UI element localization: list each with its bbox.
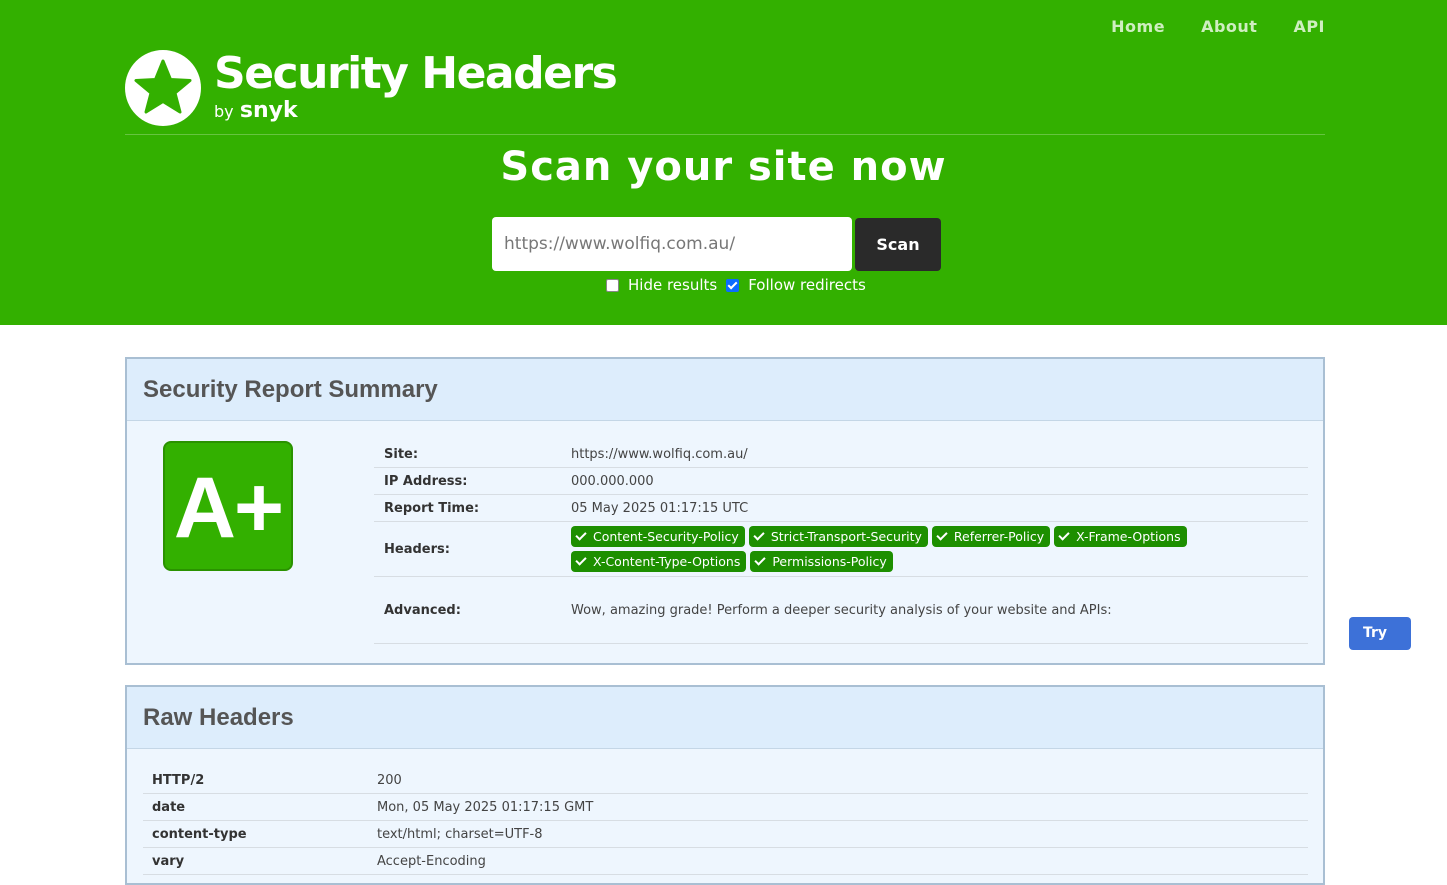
header-badge-label: Strict-Transport-Security [770, 529, 922, 544]
check-icon [1058, 529, 1070, 541]
header-badges: Content-Security-Policy Strict-Transport-… [571, 526, 1191, 572]
ip-label: IP Address: [384, 473, 468, 489]
advanced-value: Wow, amazing grade! Perform a deeper sec… [571, 602, 1412, 674]
site-value: https://www.wolfiq.com.au/ [571, 446, 748, 462]
raw-header-value: 200 [377, 772, 402, 788]
grade-badge: A+ [163, 441, 293, 571]
logo-title: Security Headers [214, 47, 618, 99]
summary-row-advanced: Advanced: Wow, amazing grade! Perform a … [374, 577, 1412, 674]
scan-options: Hide results Follow redirects [606, 276, 875, 294]
ip-value: 000.000.000 [571, 473, 654, 489]
check-icon [575, 529, 587, 541]
scan-button[interactable]: Scan [855, 218, 941, 271]
header-badge: Referrer-Policy [931, 526, 1051, 547]
header-badge-label: Referrer-Policy [953, 529, 1045, 544]
check-icon [754, 554, 766, 566]
header-badge: Permissions-Policy [750, 551, 893, 572]
summary-table: Site: https://www.wolfiq.com.au/ IP Addr… [374, 441, 1412, 674]
raw-header-value: text/html; charset=UTF-8 [377, 826, 543, 842]
logo-by-label: by [214, 101, 234, 121]
raw-header-row: vary Accept-Encoding [143, 848, 1308, 875]
raw-headers-heading: Raw Headers [127, 687, 1323, 749]
raw-headers-table: HTTP/2 200 date Mon, 05 May 2025 01:17:15 G… [143, 767, 1308, 875]
logo-wordmark: Security Headers by snyk [214, 47, 618, 123]
hide-results-label: Hide results [628, 276, 718, 294]
summary-row-headers: Headers: Content-Security-Policy Strict-T… [374, 522, 1308, 577]
header-badge-label: Content-Security-Policy [593, 529, 739, 544]
headers-label: Headers: [384, 541, 450, 557]
logo-brand: snyk [239, 97, 298, 123]
hide-results-option[interactable]: Hide results [606, 276, 717, 294]
hero-title: Scan your site now [500, 144, 947, 190]
advanced-label: Advanced: [384, 602, 461, 618]
raw-header-row: date Mon, 05 May 2025 01:17:15 GMT [143, 794, 1308, 821]
nav-about-link[interactable]: About [1201, 17, 1257, 36]
report-time-value: 05 May 2025 01:17:15 UTC [571, 500, 749, 516]
check-icon [575, 554, 587, 566]
header-badge-label: X-Content-Type-Options [593, 554, 741, 569]
security-report-summary-panel: Security Report Summary A+ Site: https:/… [125, 357, 1412, 674]
nav-home-link[interactable]: Home [1111, 17, 1165, 36]
raw-header-row: HTTP/2 200 [143, 767, 1308, 794]
url-input[interactable]: https://www.wolfiq.com.au/ [492, 217, 852, 271]
hero-divider [125, 134, 1325, 135]
try-now-button[interactable]: Try Now [1349, 616, 1412, 674]
raw-headers-panel: Raw Headers HTTP/2 200 date Mon, 05 May 202… [125, 685, 1325, 885]
raw-header-name: content-type [152, 826, 247, 842]
header-badge-label: X-Frame-Options [1076, 529, 1181, 544]
check-icon [753, 529, 765, 541]
raw-header-name: date [152, 799, 186, 815]
header-badge: Content-Security-Policy [571, 526, 745, 547]
raw-header-row: content-type text/html; charset=UTF-8 [143, 821, 1308, 848]
nav-api-link[interactable]: API [1293, 17, 1325, 36]
summary-row-time: Report Time: 05 May 2025 01:17:15 UTC [374, 495, 1308, 522]
raw-header-name: vary [152, 853, 185, 869]
header-badge: X-Frame-Options [1054, 526, 1187, 547]
summary-row-site: Site: https://www.wolfiq.com.au/ [374, 441, 1308, 468]
site-logo[interactable]: Security Headers by snyk [125, 44, 618, 126]
header-badge-label: Permissions-Policy [772, 554, 887, 569]
site-label: Site: [384, 446, 419, 462]
star-logo-icon [125, 50, 201, 126]
report-time-label: Report Time: [384, 500, 480, 516]
hero-banner: Home About API Security Headers by snyk … [0, 0, 1447, 325]
follow-redirects-checkbox[interactable] [726, 278, 740, 292]
raw-header-name: HTTP/2 [152, 772, 205, 788]
follow-redirects-option[interactable]: Follow redirects [726, 276, 866, 294]
summary-heading: Security Report Summary [127, 359, 1323, 421]
check-icon [936, 529, 948, 541]
advanced-text: Wow, amazing grade! Perform a deeper sec… [571, 602, 1112, 618]
top-nav: Home About API [1111, 17, 1325, 36]
header-badge: Strict-Transport-Security [748, 526, 928, 547]
summary-row-ip: IP Address: 000.000.000 [374, 468, 1308, 495]
raw-header-value: Accept-Encoding [377, 853, 486, 869]
hide-results-checkbox[interactable] [606, 278, 619, 292]
headers-value: Content-Security-Policy Strict-Transport-… [571, 526, 1308, 572]
raw-header-value: Mon, 05 May 2025 01:17:15 GMT [377, 799, 594, 815]
logo-byline: by snyk [214, 98, 616, 123]
header-badge: X-Content-Type-Options [571, 551, 747, 572]
follow-redirects-label: Follow redirects [748, 276, 866, 294]
